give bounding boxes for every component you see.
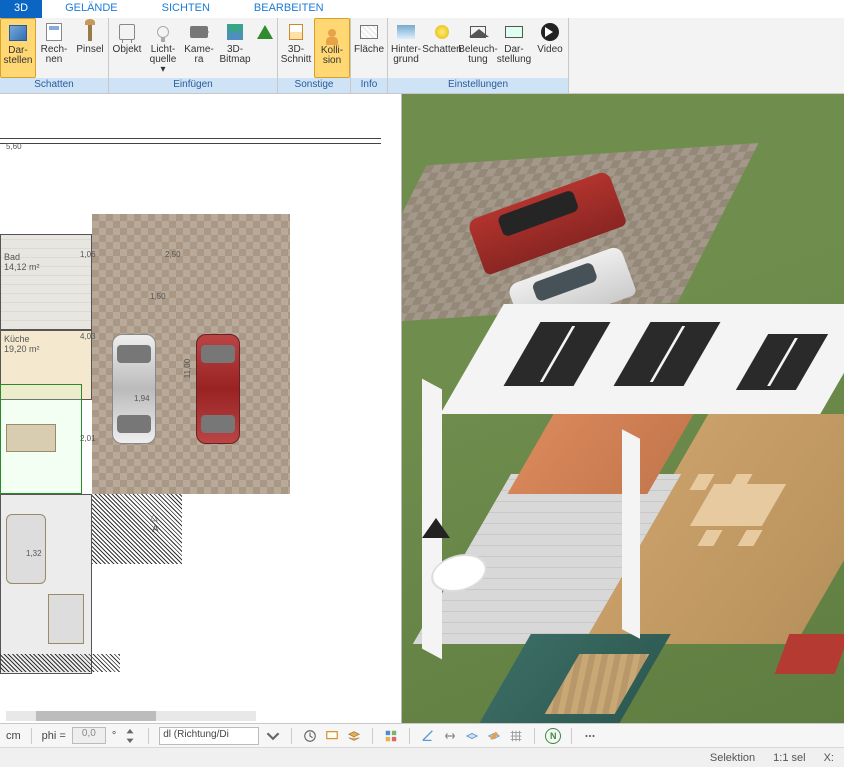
ribbon: Dar- stellen Rech- nen Pinsel Schatten O… [0,18,844,94]
viewport-3d[interactable] [402,94,844,723]
layer-edit-icon[interactable] [486,728,502,744]
phi-stepper[interactable] [122,728,138,744]
north-arrow-icon [422,504,450,538]
bitmap-icon [224,21,246,43]
kollision-button[interactable]: Kolli- sion [314,18,350,78]
tree-icon [254,21,276,43]
table-2d [6,424,56,452]
area-icon [358,21,380,43]
group-einstellungen: Hinter- grund Schatten Beleuch- tung Dar… [388,18,569,93]
toolbar-bottom: cm phi = 0,0 ° dl (Richtung/Di N [0,723,844,747]
phi-input[interactable]: 0,0 [72,727,106,744]
tab-sichten[interactable]: SICHTEN [140,0,232,18]
dim-4: 4,03 [80,332,96,341]
room-kueche-label: Küche19,20 m² [4,334,40,354]
phi-label: phi = [42,730,66,742]
layers-icon[interactable] [346,728,362,744]
rechnen-button[interactable]: Rech- nen [36,18,72,78]
group-einstellungen-label: Einstellungen [388,78,568,93]
statusbar: Selektion 1:1 sel X: [0,747,844,767]
dim-7: 11,00 [183,359,192,378]
status-selektion: Selektion [710,752,755,764]
dim-1: 1,06 [80,250,96,259]
section-icon [285,21,307,43]
house-3d [402,234,844,723]
video-button[interactable]: Video [532,18,568,78]
layer-single-icon[interactable] [464,728,480,744]
darstellen-button[interactable]: Dar- stellen [0,18,36,78]
group-info-label: Info [351,78,387,93]
angle-icon[interactable] [420,728,436,744]
darstellung-button[interactable]: Dar- stellung [496,18,532,78]
more-icon[interactable] [582,728,598,744]
chair-icon [116,21,138,43]
sofa-2d [48,594,84,644]
scrollbar-2d[interactable] [6,711,256,721]
bitmap-button[interactable]: 3D- Bitmap [217,18,253,78]
kamera-button[interactable]: Kame- ra [181,18,217,78]
north-indicator-icon[interactable]: N [545,728,561,744]
flaeche-button[interactable]: Fläche [351,18,387,78]
marker-a-symbol: △ [150,512,158,523]
status-ratio: 1:1 sel [773,752,805,764]
monitor-icon [503,21,525,43]
schnitt-button[interactable]: 3D- Schnitt [278,18,314,78]
dimension-ruler [0,138,381,144]
dim-3: 1,50 [150,292,166,301]
hatch-area [92,494,182,564]
beleuchtung-button[interactable]: Beleuch- tung [460,18,496,78]
hatch-bottom [0,654,120,672]
group-schatten: Dar- stellen Rech- nen Pinsel Schatten [0,18,109,93]
grid-blue-icon[interactable] [383,728,399,744]
dim-5: 2,01 [80,434,96,443]
main-tabs: 3D GELÄNDE SICHTEN BEARBEITEN [0,0,844,18]
room-bad [0,234,92,330]
pinsel-button[interactable]: Pinsel [72,18,108,78]
group-info: Fläche Info [351,18,388,93]
group-sonstige: 3D- Schnitt Kolli- sion Sonstige [278,18,351,93]
tab-bearbeiten[interactable]: BEARBEITEN [232,0,346,18]
workspace: 5,60 Bad14,12 m² Küche19,20 m² △ A 1,06 … [0,94,844,723]
sky-icon [395,21,417,43]
direction-dropdown[interactable]: dl (Richtung/Di [159,727,259,745]
marker-a: A [152,524,159,535]
monitor-small-icon[interactable] [324,728,340,744]
room-bad-label: Bad14,12 m² [4,252,40,272]
tab-gelaende[interactable]: GELÄNDE [43,0,140,18]
deg-label: ° [112,730,116,742]
group-einfuegen-label: Einfügen [109,78,277,93]
house-light-icon [467,21,489,43]
viewport-2d[interactable]: 5,60 Bad14,12 m² Küche19,20 m² △ A 1,06 … [0,94,402,723]
tab-3d[interactable]: 3D [0,0,43,18]
schatten-button[interactable]: Schatten [424,18,460,78]
sun-icon [431,21,453,43]
car-red-2d [196,334,240,444]
wall-mid [622,429,640,639]
objekt-button[interactable]: Objekt [109,18,145,78]
dim-6: 1,32 [26,549,42,558]
grid-show-icon[interactable] [508,728,524,744]
brush-icon [79,21,101,43]
cube-icon [7,22,29,44]
baum-button[interactable] [253,18,277,78]
dim-2: 2,50 [165,250,181,259]
calc-icon [43,21,65,43]
group-sonstige-label: Sonstige [278,78,350,93]
snap-icon[interactable] [442,728,458,744]
dropdown-chevron-icon[interactable] [265,728,281,744]
unit-label: cm [6,730,21,742]
car-silver-2d [112,334,156,444]
play-icon [539,21,561,43]
dim-8: 1,94 [134,394,150,403]
dim-top: 5,60 [6,142,22,151]
group-schatten-label: Schatten [0,78,108,93]
camera-icon [188,21,210,43]
clock-icon[interactable] [302,728,318,744]
bulb-icon [152,21,174,43]
status-x: X: [824,752,834,764]
person-icon [321,22,343,44]
lichtquelle-button[interactable]: Licht- quelle ▾ [145,18,181,78]
hintergrund-button[interactable]: Hinter- grund [388,18,424,78]
group-einfuegen: Objekt Licht- quelle ▾ Kame- ra 3D- Bitm… [109,18,278,93]
